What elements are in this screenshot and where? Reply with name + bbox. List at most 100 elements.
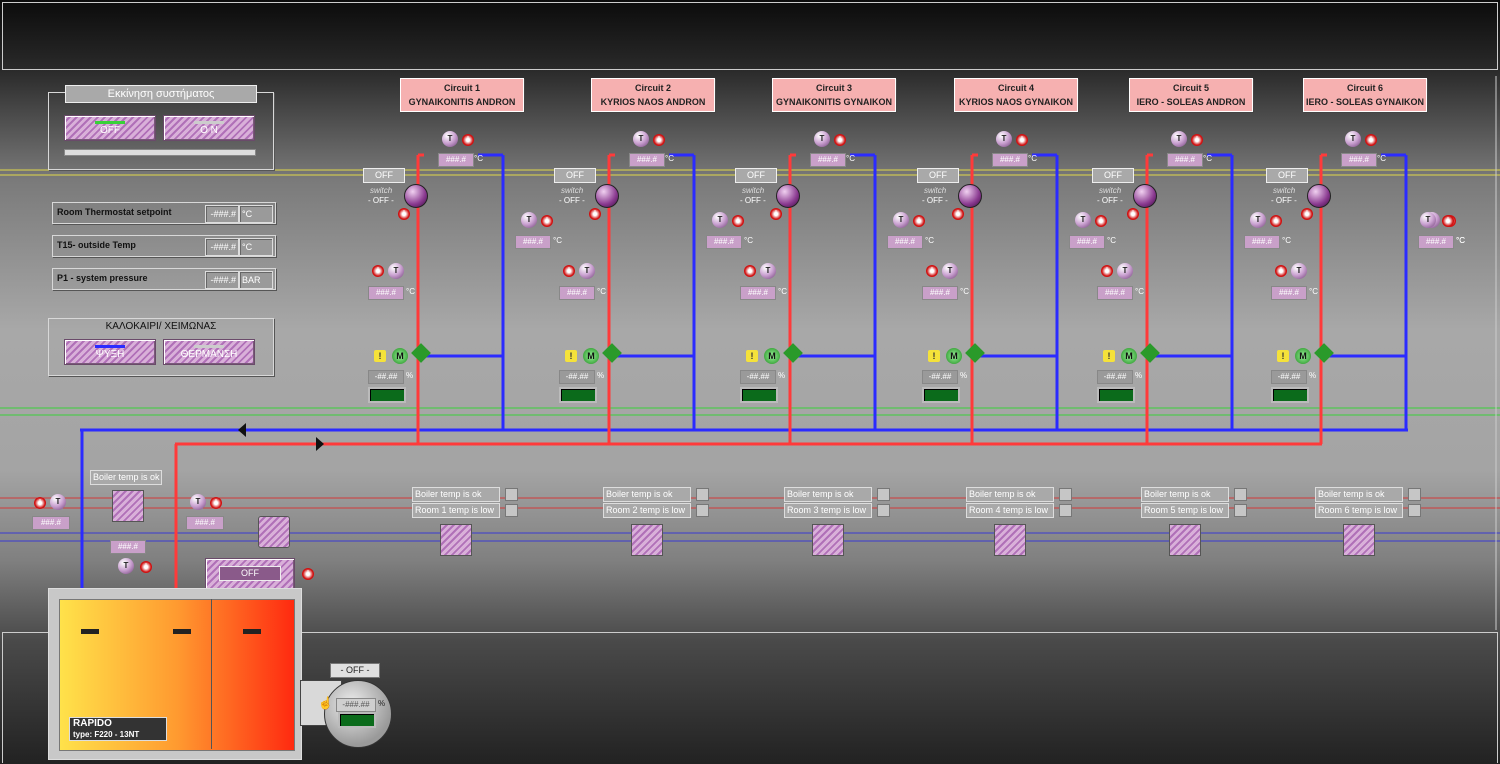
supply-temp-sensor-icon: T xyxy=(1345,131,1361,147)
season-cool-button[interactable]: ΨΥΞΗ xyxy=(64,339,156,365)
mixing-valve-motor-icon[interactable]: M xyxy=(583,348,599,364)
mid-temp-value: ###.# xyxy=(1271,286,1307,300)
circuit-name: IERO - SOLEAS GYNAIKON xyxy=(1305,97,1424,107)
boiler-status: Boiler temp is ok xyxy=(966,487,1054,502)
boiler-status: Boiler temp is ok xyxy=(1141,487,1229,502)
flame-icon: ! xyxy=(589,208,601,220)
flame-icon: ! xyxy=(563,265,575,277)
boiler-inlet-temp: ###.# xyxy=(110,540,146,554)
circuit-header[interactable]: Circuit 1 GYNAIKONITIS ANDRON xyxy=(400,78,524,112)
supply-temp-value: ###.# xyxy=(1167,153,1203,167)
boiler-clock-icon[interactable] xyxy=(258,516,290,548)
room-status-lamp xyxy=(1059,504,1072,517)
circulation-pump-icon[interactable] xyxy=(1307,184,1331,208)
room-status: Room 4 temp is low xyxy=(966,503,1054,518)
circuit-header[interactable]: Circuit 6 IERO - SOLEAS GYNAIKON xyxy=(1303,78,1427,112)
readout-value: -###.# xyxy=(205,205,239,223)
room-thermostat-icon[interactable] xyxy=(994,524,1026,556)
room-thermostat-icon[interactable] xyxy=(1169,524,1201,556)
readout-2: P1 - system pressure -###.# BAR xyxy=(52,268,276,290)
mid-temp-value: ###.# xyxy=(1097,286,1133,300)
season-heat-label: ΘΕΡΜΑΝΣΗ xyxy=(180,349,238,360)
switch-label: switch xyxy=(561,186,584,195)
flame-icon: ! xyxy=(1191,134,1203,146)
mixing-valve-motor-icon[interactable]: M xyxy=(392,348,408,364)
season-heat-button[interactable]: ΘΕΡΜΑΝΣΗ xyxy=(163,339,255,365)
boiler-pump-off-button[interactable]: OFF xyxy=(205,558,295,590)
boiler-status-lamp xyxy=(1234,488,1247,501)
circulation-pump-icon[interactable] xyxy=(1133,184,1157,208)
startup-off-label: OFF xyxy=(100,125,120,136)
circulation-pump-icon[interactable] xyxy=(958,184,982,208)
warning-icon: ! xyxy=(1103,350,1115,362)
circulation-pump-icon[interactable] xyxy=(595,184,619,208)
supply-temp-value: ###.# xyxy=(438,153,474,167)
unit-label: % xyxy=(1309,371,1317,380)
circuit-header[interactable]: Circuit 2 KYRIOS NAOS ANDRON xyxy=(591,78,715,112)
switch-label: switch xyxy=(370,186,393,195)
mid-temp-sensor-icon: T xyxy=(388,263,404,279)
pump-off-button[interactable]: OFF xyxy=(1092,168,1134,183)
header-return-sensor-icon: T xyxy=(1420,212,1436,228)
boiler-status: Boiler temp is ok xyxy=(784,487,872,502)
circulation-pump-icon[interactable] xyxy=(776,184,800,208)
hand-icon[interactable]: ☝ xyxy=(318,696,333,710)
readout-unit: °C xyxy=(239,205,273,223)
mixing-valve-motor-icon[interactable]: M xyxy=(1121,348,1137,364)
circuit-header[interactable]: Circuit 3 GYNAIKONITIS GYNAIKON xyxy=(772,78,896,112)
valve-level-bar xyxy=(368,387,406,403)
circuit-header[interactable]: Circuit 5 IERO - SOLEAS ANDRON xyxy=(1129,78,1253,112)
pump-off-button[interactable]: OFF xyxy=(917,168,959,183)
room-thermostat-icon[interactable] xyxy=(440,524,472,556)
flame-icon: ! xyxy=(34,497,46,509)
boiler-status-lamp xyxy=(1408,488,1421,501)
valve-position-value: -##.## xyxy=(740,370,776,384)
boiler-status: Boiler temp is ok xyxy=(603,487,691,502)
circuit-title: Circuit 5 xyxy=(1172,83,1209,93)
circuit-name: GYNAIKONITIS ANDRON xyxy=(408,97,516,107)
boiler-status-lamp xyxy=(505,488,518,501)
mixing-valve-motor-icon[interactable]: M xyxy=(946,348,962,364)
boiler-pump-off-label: OFF xyxy=(219,566,281,581)
mixing-valve-motor-icon[interactable]: M xyxy=(764,348,780,364)
readout-value: -###.# xyxy=(205,238,239,256)
pump-off-button[interactable]: OFF xyxy=(1266,168,1308,183)
unit-label: °C xyxy=(1309,287,1318,296)
boiler-status-lamp xyxy=(696,488,709,501)
boiler-slot xyxy=(81,629,99,634)
flame-icon: ! xyxy=(744,265,756,277)
readout-unit: BAR xyxy=(239,271,273,289)
pump-off-button[interactable]: OFF xyxy=(363,168,405,183)
room-thermostat-icon[interactable] xyxy=(812,524,844,556)
room-status: Room 5 temp is low xyxy=(1141,503,1229,518)
mid-temp-value: ###.# xyxy=(559,286,595,300)
switch-state: - OFF - xyxy=(559,196,585,205)
flame-icon: ! xyxy=(1016,134,1028,146)
pump-off-button[interactable]: OFF xyxy=(735,168,777,183)
readout-0: Room Thermostat setpoint -###.# °C xyxy=(52,202,276,224)
burner-state[interactable]: - OFF - xyxy=(330,663,380,678)
pump-off-button[interactable]: OFF xyxy=(554,168,596,183)
flow-arrow-left-icon xyxy=(238,423,246,437)
circuit-header[interactable]: Circuit 4 KYRIOS NAOS GYNAIKON xyxy=(954,78,1078,112)
mixing-valve-motor-icon[interactable]: M xyxy=(1295,348,1311,364)
room-thermostat-icon[interactable] xyxy=(1343,524,1375,556)
startup-on-button[interactable]: O N xyxy=(163,115,255,141)
supply-temp-value: ###.# xyxy=(810,153,846,167)
return-temp-sensor-icon: T xyxy=(1075,212,1091,228)
valve-position-value: -##.## xyxy=(1097,370,1133,384)
circulation-pump-icon[interactable] xyxy=(404,184,428,208)
circuit-title: Circuit 4 xyxy=(997,83,1034,93)
return-temp-sensor-icon: T xyxy=(521,212,537,228)
readout-label: Room Thermostat setpoint xyxy=(57,207,172,217)
boiler-thermostat-icon[interactable] xyxy=(112,490,144,522)
valve-level-bar xyxy=(559,387,597,403)
room-thermostat-icon[interactable] xyxy=(631,524,663,556)
switch-state: - OFF - xyxy=(368,196,394,205)
startup-off-button[interactable]: OFF xyxy=(64,115,156,141)
mid-temp-sensor-icon: T xyxy=(760,263,776,279)
mid-temp-sensor-icon: T xyxy=(942,263,958,279)
valve-position-value: -##.## xyxy=(922,370,958,384)
unit-label: °C xyxy=(1282,236,1291,245)
unit-label: °C xyxy=(1028,154,1037,163)
